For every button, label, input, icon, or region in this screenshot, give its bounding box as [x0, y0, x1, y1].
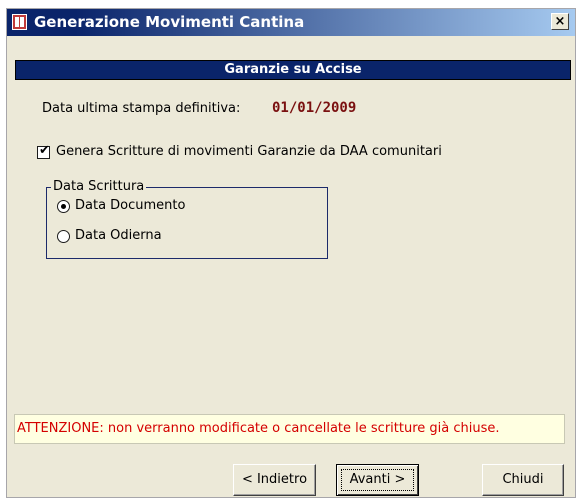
close-window-button[interactable]: ×	[551, 13, 569, 30]
radio-selected-icon	[61, 204, 66, 209]
close-button[interactable]: Chiudi	[482, 464, 564, 496]
focus-indicator	[341, 469, 414, 491]
app-icon	[12, 14, 27, 30]
radio-document-date-label[interactable]: Data Documento	[75, 198, 185, 213]
last-print-label: Data ultima stampa definitiva:	[42, 101, 241, 116]
date-groupbox-title: Data Scrittura	[51, 179, 147, 194]
close-icon: ×	[554, 14, 566, 29]
back-button[interactable]: < Indietro	[233, 464, 316, 496]
wizard-window: Generazione Movimenti Cantina × Garanzie…	[6, 8, 576, 498]
checkmark-icon: ✔	[39, 143, 50, 158]
radio-today-date-label[interactable]: Data Odierna	[75, 228, 162, 243]
radio-document-date[interactable]	[57, 200, 70, 213]
title-bar[interactable]: Generazione Movimenti Cantina ×	[7, 9, 575, 36]
warning-message: ATTENZIONE: non verranno modificate o ca…	[14, 414, 565, 444]
radio-today-date[interactable]	[57, 230, 70, 243]
window-title: Generazione Movimenti Cantina	[34, 13, 305, 31]
last-print-date: 01/01/2009	[272, 100, 357, 116]
generate-entries-label[interactable]: Genera Scritture di movimenti Garanzie d…	[56, 144, 442, 159]
section-header: Garanzie su Accise	[15, 60, 571, 80]
next-button[interactable]: Avanti >	[336, 464, 419, 496]
generate-entries-checkbox[interactable]: ✔	[37, 143, 50, 159]
